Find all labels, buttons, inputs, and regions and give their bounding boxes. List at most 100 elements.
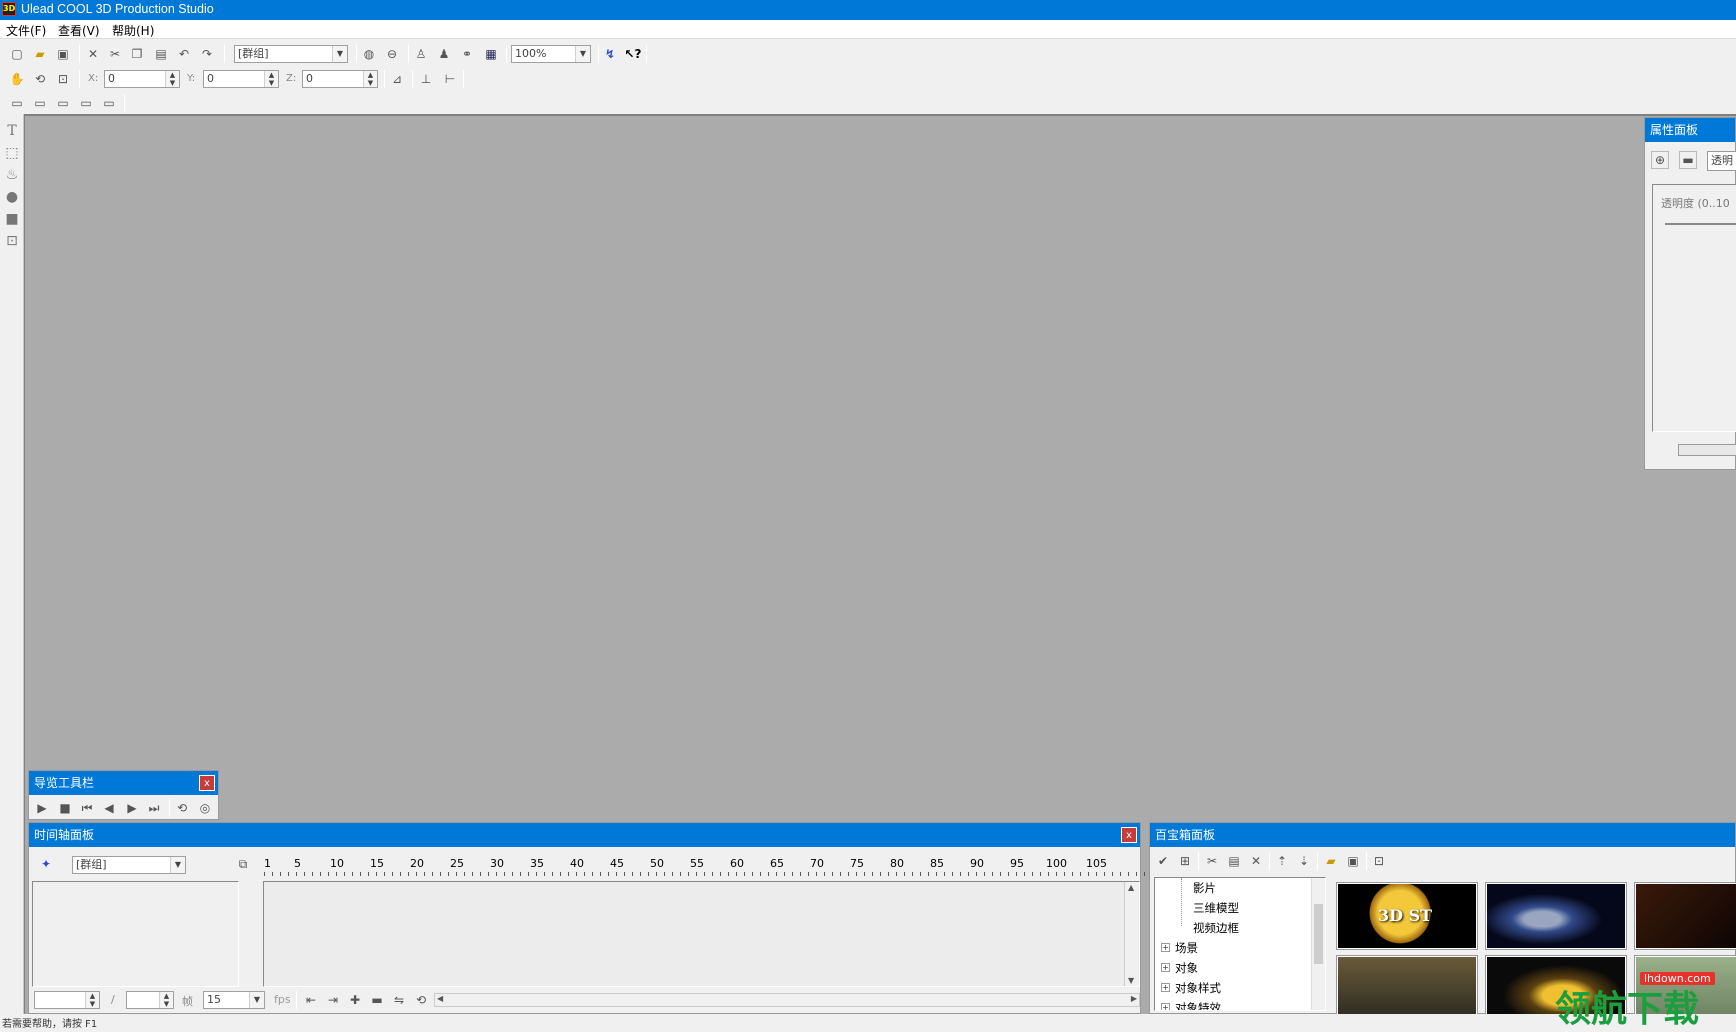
expand-icon[interactable]: + [1161,963,1170,972]
group-select[interactable]: [群组] ▼ [234,45,348,63]
stop-icon[interactable]: ■ [56,799,74,817]
spin-arrows-icon[interactable]: ▲ ▼ [264,71,278,87]
paste-icon[interactable]: ▤ [1225,852,1243,870]
tree-item-3d-models[interactable]: 三维模型 [1193,900,1239,916]
save-library-icon[interactable]: ▣ [1344,852,1362,870]
tree-item-movies[interactable]: 影片 [1193,880,1216,896]
grid-icon[interactable]: ▦ [482,45,500,63]
axis-icon[interactable]: ⊥ [417,70,435,88]
web-update-icon[interactable]: ↯ [601,45,619,63]
play-icon[interactable]: ▶ [33,799,51,817]
menu-help[interactable]: 帮助(H) [112,22,154,39]
tree-item-object-styles[interactable]: 对象样式 [1175,980,1221,996]
tree-item-object-effects[interactable]: 对象特效 [1175,1000,1221,1010]
open-folder-icon[interactable]: ▰ [31,45,49,63]
loop-icon[interactable]: ⟲ [173,799,191,817]
spin-arrows-icon[interactable]: ▲ ▼ [363,71,377,87]
tree-item-scenes[interactable]: 场景 [1175,940,1198,956]
prev-key-icon[interactable]: ⇤ [302,991,320,1009]
redo-icon[interactable]: ↷ [198,45,216,63]
reset-position-icon[interactable]: ⊿ [388,70,406,88]
tree-item-video-frames[interactable]: 视频边框 [1193,920,1239,936]
move-icon[interactable]: ✋ [8,70,26,88]
chevron-down-icon[interactable]: ▼ [170,857,185,873]
object-copy-icon[interactable]: ▭ [54,94,72,112]
panel-scrollbar[interactable] [1678,444,1736,456]
tree-scroll-thumb[interactable] [1314,904,1323,964]
undo-icon[interactable]: ↶ [175,45,193,63]
axis-alt-icon[interactable]: ⊢ [441,70,459,88]
globe-icon[interactable]: ◍ [360,45,378,63]
total-frames-input[interactable]: ▲ ▼ [126,991,174,1009]
open-folder-icon[interactable]: ▰ [1322,852,1340,870]
context-help-icon[interactable]: ↖? [624,45,642,63]
reverse-icon[interactable]: ⇋ [390,991,408,1009]
expand-icon[interactable]: + [1161,943,1170,952]
link-icon[interactable]: ⚭ [458,45,476,63]
track-list[interactable] [32,881,239,987]
x-input[interactable]: 0 ▲ ▼ [104,70,180,88]
chevron-down-icon[interactable]: ▼ [332,46,347,62]
close-icon[interactable]: x [199,775,215,791]
orbit-icon[interactable]: ⊖ [383,45,401,63]
expand-icon[interactable]: + [1161,1003,1170,1010]
previous-frame-icon[interactable]: ◀ [100,799,118,817]
library-tree[interactable]: 影片 三维模型 视频边框 + 场景 + 对象 + 对象样式 + 对象特效 [1154,877,1326,1011]
first-frame-icon[interactable]: ⏮ [78,799,96,817]
sphere-tool-icon[interactable]: ● [3,188,21,206]
thumbnail-dark[interactable] [1634,882,1736,950]
import-tool-icon[interactable]: ⊡ [3,232,21,250]
zoom-select[interactable]: 100% ▼ [511,45,591,63]
y-input[interactable]: 0 ▲ ▼ [203,70,279,88]
opacity-tab[interactable]: 透明 [1707,151,1736,171]
tree-item-objects[interactable]: 对象 [1175,960,1198,976]
pingpong-icon[interactable]: ◎ [196,799,214,817]
geometry-tool-icon[interactable]: ♨ [3,166,21,184]
thumbnail-3d-studio[interactable]: 3D ST [1336,882,1478,950]
cube-tool-icon[interactable]: ■ [3,210,21,228]
chevron-down-icon[interactable]: ▼ [249,992,264,1008]
library-settings-icon[interactable]: ⊡ [1370,852,1388,870]
loop-key-icon[interactable]: ⟲ [412,991,430,1009]
timeline-object-select[interactable]: [群组] ▼ [72,856,186,874]
delete-icon[interactable]: ✕ [84,45,102,63]
cut-icon[interactable]: ✂ [1203,852,1221,870]
text-tool-icon[interactable]: T [3,122,21,140]
frame-ruler[interactable]: 1 5 10 15 20 25 30 35 40 45 50 55 60 65 … [264,857,1154,877]
add-keyframe-icon[interactable]: ✦ [37,855,55,873]
shape-tool-icon[interactable]: ⬚ [3,144,21,162]
save-icon[interactable]: ▣ [54,45,72,63]
scroll-down-icon[interactable]: ▼ [1128,976,1134,985]
scroll-left-icon[interactable]: ◀ [437,994,443,1003]
thumbnail-spaceship[interactable] [1485,882,1627,950]
light-alt-icon[interactable]: ♟ [435,45,453,63]
spin-arrows-icon[interactable]: ▲ ▼ [165,71,179,87]
light-icon[interactable]: ♙ [412,45,430,63]
spin-arrows-icon[interactable]: ▲ ▼ [85,992,99,1008]
remove-property-icon[interactable]: ▬ [1679,151,1697,169]
next-frame-icon[interactable]: ▶ [123,799,141,817]
add-to-library-icon[interactable]: ⊞ [1176,852,1194,870]
z-input[interactable]: 0 ▲ ▼ [302,70,378,88]
track-icon[interactable]: ⧉ [234,855,252,873]
add-property-icon[interactable]: ⊕ [1651,151,1669,169]
last-frame-icon[interactable]: ⏭ [145,799,163,817]
paste-icon[interactable]: ▤ [152,45,170,63]
expand-icon[interactable]: + [1161,983,1170,992]
scroll-up-icon[interactable]: ▲ [1128,883,1134,892]
track-area[interactable]: ▲ ▼ [263,881,1140,987]
spin-arrows-icon[interactable]: ▲ ▼ [159,992,173,1008]
move-up-icon[interactable]: ⇡ [1273,852,1291,870]
rotate-icon[interactable]: ⟲ [31,70,49,88]
thumbnail-coral[interactable] [1336,955,1478,1023]
object-insert-icon[interactable]: ▭ [31,94,49,112]
current-frame-input[interactable]: ▲ ▼ [34,991,100,1009]
track-scrollbar[interactable]: ▲ ▼ [1124,882,1139,986]
cut-icon[interactable]: ✂ [106,45,124,63]
copy-icon[interactable]: ❐ [128,45,146,63]
delete-icon[interactable]: ✕ [1247,852,1265,870]
close-icon[interactable]: x [1121,827,1137,843]
timeline-h-scrollbar[interactable]: ◀ ▶ [434,993,1140,1007]
add-key-icon[interactable]: ✚ [346,991,364,1009]
menu-view[interactable]: 查看(V) [58,22,100,39]
